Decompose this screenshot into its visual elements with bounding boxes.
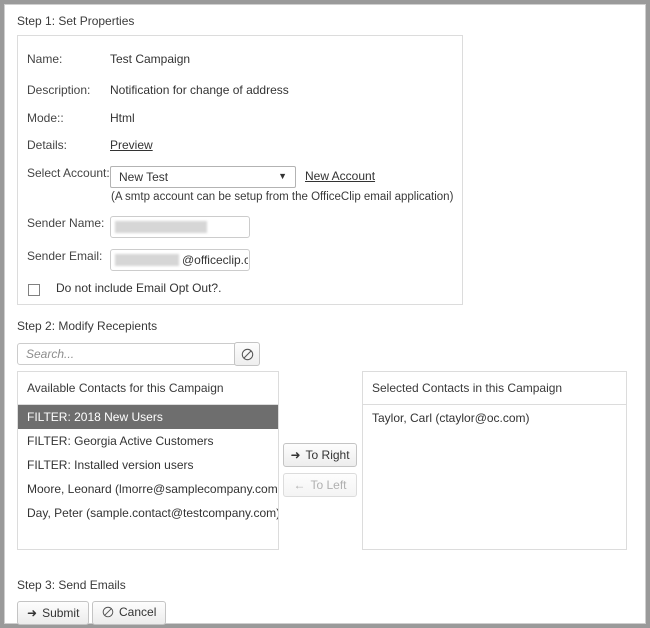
available-contacts-header-label: Available Contacts for this Campaign bbox=[27, 381, 224, 395]
sender-email-label: Sender Email: bbox=[27, 249, 113, 263]
clear-search-button[interactable] bbox=[234, 342, 260, 366]
submit-label: Submit bbox=[42, 606, 79, 620]
step3-heading: Step 3: Send Emails bbox=[17, 578, 126, 592]
mode-label: Mode:: bbox=[27, 111, 113, 125]
select-account-label: Select Account: bbox=[27, 166, 113, 180]
smtp-hint-text: (A smtp account can be setup from the Of… bbox=[111, 191, 453, 203]
to-right-label: To Right bbox=[306, 448, 350, 462]
name-value: Test Campaign bbox=[110, 52, 190, 66]
chevron-down-icon: ▼ bbox=[278, 171, 287, 181]
step1-properties-panel: Name: Test Campaign Description: Notific… bbox=[17, 35, 463, 305]
account-select-value: New Test bbox=[119, 170, 168, 184]
step2-heading: Step 2: Modify Recepients bbox=[17, 319, 157, 333]
arrow-right-icon: ➜ bbox=[27, 607, 37, 619]
selected-contacts-header-label: Selected Contacts in this Campaign bbox=[372, 381, 562, 395]
step1-heading: Step 1: Set Properties bbox=[17, 14, 134, 28]
arrow-right-icon: ➜ bbox=[290, 449, 300, 461]
opt-out-checkbox[interactable] bbox=[28, 284, 40, 296]
available-contacts-items: FILTER: 2018 New Users FILTER: Georgia A… bbox=[18, 405, 278, 549]
description-label: Description: bbox=[27, 83, 113, 97]
list-item[interactable]: FILTER: Installed version users bbox=[18, 453, 278, 477]
search-input[interactable] bbox=[17, 343, 241, 365]
preview-link[interactable]: Preview bbox=[110, 138, 153, 152]
description-row: Description: Notification for change of … bbox=[18, 83, 462, 107]
selected-contacts-items: Taylor, Carl (ctaylor@oc.com) bbox=[363, 405, 626, 549]
arrow-left-icon: ← bbox=[293, 479, 305, 491]
sender-email-redaction bbox=[115, 254, 179, 266]
selected-contacts-list: Selected Contacts in this Campaign Taylo… bbox=[362, 371, 627, 550]
list-item[interactable]: FILTER: Georgia Active Customers bbox=[18, 429, 278, 453]
window-frame: Step 1: Set Properties Name: Test Campai… bbox=[0, 0, 650, 628]
list-item[interactable]: Taylor, Carl (ctaylor@oc.com) bbox=[363, 405, 626, 431]
to-left-button[interactable]: ← To Left bbox=[283, 473, 357, 497]
sender-name-row: Sender Name: bbox=[18, 216, 462, 240]
list-item[interactable]: Day, Peter (sample.contact@testcompany.c… bbox=[18, 501, 278, 525]
available-contacts-header: Available Contacts for this Campaign bbox=[18, 372, 278, 405]
opt-out-label: Do not include Email Opt Out?. bbox=[56, 281, 221, 295]
to-left-label: To Left bbox=[310, 478, 346, 492]
select-account-row: Select Account: New Test ▼ New Account (… bbox=[18, 166, 462, 190]
sender-email-domain: @officeclip.com bbox=[182, 253, 248, 267]
sender-name-redaction bbox=[115, 221, 207, 233]
sender-name-label: Sender Name: bbox=[27, 216, 113, 230]
opt-out-row: Do not include Email Opt Out?. bbox=[18, 281, 462, 305]
no-entry-icon bbox=[241, 348, 254, 361]
page-body: Step 1: Set Properties Name: Test Campai… bbox=[4, 4, 646, 624]
account-select[interactable]: New Test ▼ bbox=[110, 166, 296, 188]
available-contacts-list: Available Contacts for this Campaign FIL… bbox=[17, 371, 279, 550]
name-label: Name: bbox=[27, 52, 113, 66]
details-row: Details: Preview bbox=[18, 138, 462, 162]
submit-button[interactable]: ➜ Submit bbox=[17, 601, 89, 625]
sender-email-field[interactable]: @officeclip.com bbox=[110, 249, 250, 271]
mode-row: Mode:: Html bbox=[18, 111, 462, 135]
new-account-link[interactable]: New Account bbox=[305, 169, 375, 183]
list-item[interactable]: FILTER: 2018 New Users bbox=[18, 405, 278, 429]
cancel-button[interactable]: Cancel bbox=[92, 601, 166, 625]
name-row: Name: Test Campaign bbox=[18, 52, 462, 76]
details-label: Details: bbox=[27, 138, 113, 152]
cancel-label: Cancel bbox=[119, 605, 156, 619]
sender-name-field[interactable] bbox=[110, 216, 250, 238]
no-entry-icon bbox=[102, 606, 114, 618]
to-right-button[interactable]: ➜ To Right bbox=[283, 443, 357, 467]
mode-value: Html bbox=[110, 111, 135, 125]
description-value: Notification for change of address bbox=[110, 83, 289, 97]
list-item[interactable]: Moore, Leonard (lmorre@samplecompany.com… bbox=[18, 477, 278, 501]
selected-contacts-header: Selected Contacts in this Campaign bbox=[363, 372, 626, 405]
sender-email-row: Sender Email: @officeclip.com bbox=[18, 249, 462, 273]
